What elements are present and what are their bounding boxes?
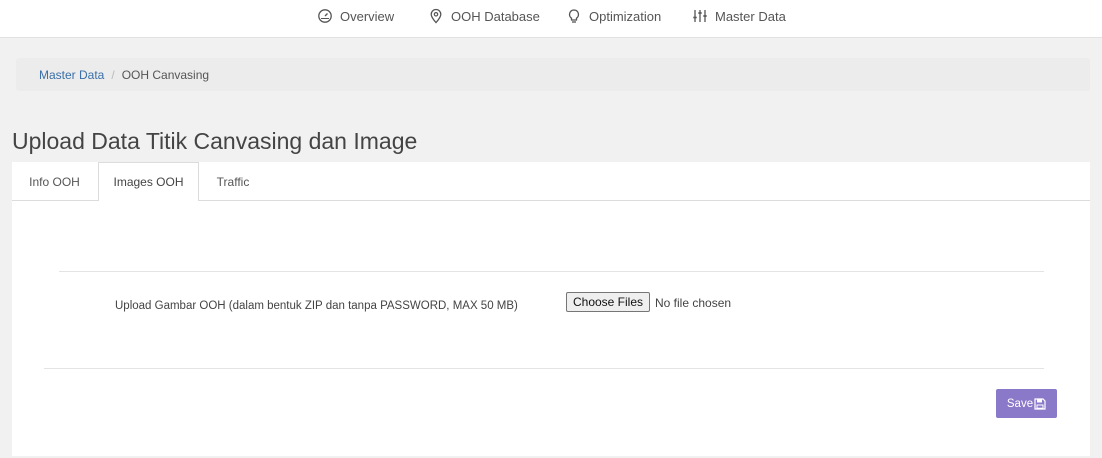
breadcrumb-current: OOH Canvasing (121, 67, 210, 82)
tab-panel-images-ooh: Upload Gambar OOH (dalam bentuk ZIP dan … (12, 201, 1090, 456)
tab-label: Info OOH (29, 174, 80, 189)
page-title: Upload Data Titik Canvasing dan Image (12, 128, 418, 154)
save-button-label: Save (1006, 397, 1034, 410)
floppy-disk-icon (1034, 397, 1046, 410)
choose-files-button[interactable]: Choose Files (566, 292, 650, 312)
map-pin-icon (430, 8, 442, 24)
nav-item-overview[interactable]: Overview (317, 6, 394, 26)
nav-item-label: Optimization (589, 8, 662, 24)
tab-traffic[interactable]: Traffic (200, 162, 266, 201)
tab-images-ooh[interactable]: Images OOH (98, 162, 199, 202)
gauge-icon (318, 9, 332, 23)
nav-item-optimization[interactable]: Optimization (566, 6, 661, 26)
top-navigation: Overview OOH Database Optimization Maste… (0, 0, 1102, 38)
breadcrumb: Master Data / OOH Canvasing (16, 58, 1090, 91)
tab-bar: Info OOH Images OOH Traffic (12, 162, 1090, 202)
nav-item-label: Overview (340, 8, 395, 24)
breadcrumb-separator: / (111, 67, 115, 82)
tab-label: Images OOH (113, 175, 184, 189)
nav-item-label: OOH Database (451, 8, 540, 24)
divider (59, 271, 1044, 272)
nav-item-master-data[interactable]: Master Data (692, 6, 786, 26)
nav-item-ooh-database[interactable]: OOH Database (428, 6, 540, 26)
save-button[interactable]: Save (996, 389, 1057, 418)
breadcrumb-link-master-data[interactable]: Master Data (39, 68, 104, 82)
sliders-icon (693, 10, 707, 22)
upload-label: Upload Gambar OOH (dalam bentuk ZIP dan … (115, 300, 518, 312)
tab-info-ooh[interactable]: Info OOH (12, 162, 97, 201)
divider (44, 368, 1044, 369)
lightbulb-icon (568, 9, 580, 23)
nav-item-label: Master Data (715, 8, 786, 24)
tab-label: Traffic (216, 174, 250, 189)
file-status: No file chosen (655, 296, 732, 310)
